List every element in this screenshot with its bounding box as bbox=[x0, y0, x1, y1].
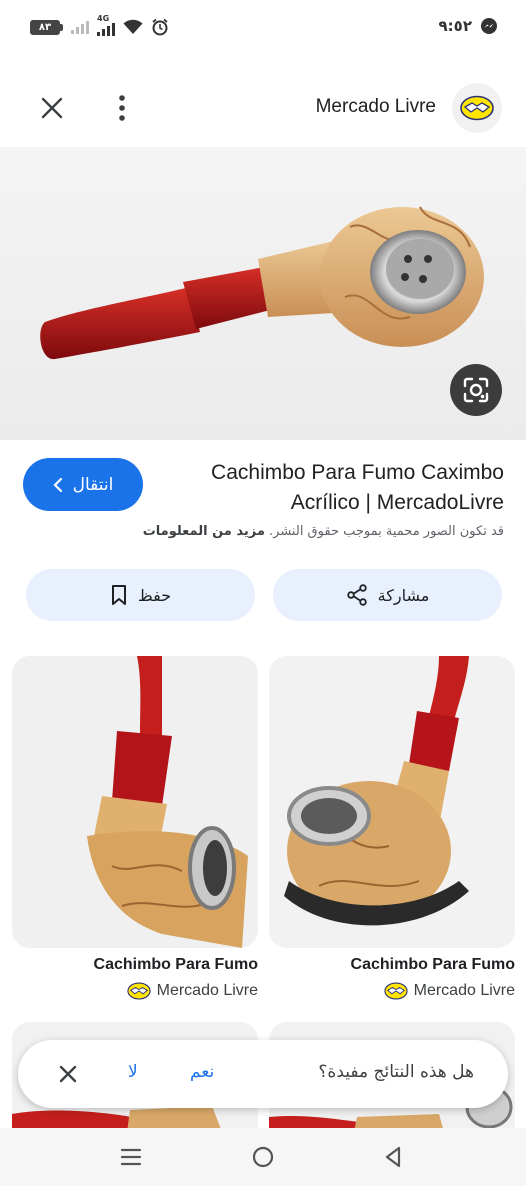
save-button[interactable]: حفظ bbox=[26, 569, 255, 621]
related-result[interactable]: Cachimbo Para Fumo Mercado Livre bbox=[12, 656, 258, 1000]
related-source-name: Mercado Livre bbox=[156, 982, 258, 999]
battery-icon: ٨٣ bbox=[30, 19, 63, 35]
related-source-name: Mercado Livre bbox=[413, 982, 515, 999]
related-title: Cachimbo Para Fumo bbox=[350, 956, 515, 973]
result-title[interactable]: Cachimbo Para Fumo Caximbo Acrílico | Me… bbox=[164, 458, 504, 518]
share-icon bbox=[346, 584, 367, 606]
chevron-left-icon bbox=[53, 477, 62, 492]
alarm-icon bbox=[152, 18, 168, 36]
more-options-button[interactable] bbox=[104, 88, 140, 128]
visit-button[interactable]: انتقال bbox=[23, 458, 143, 511]
mercadolivre-logo bbox=[383, 982, 408, 1000]
save-label: حفظ bbox=[137, 585, 172, 605]
signal-icon bbox=[71, 20, 89, 34]
feedback-bar: هل هذه النتائج مفيدة؟ نعم لا bbox=[18, 1040, 508, 1108]
copyright-text: قد تكون الصور محمية بموجب حقوق النشر. bbox=[269, 524, 504, 539]
related-result[interactable]: Cachimbo Para Fumo Mercado Livre bbox=[269, 656, 515, 1000]
learn-more-link[interactable]: مزيد من المعلومات bbox=[143, 524, 265, 539]
main-image[interactable] bbox=[0, 147, 526, 440]
site-logo[interactable] bbox=[452, 83, 502, 133]
pipe-image bbox=[40, 206, 484, 360]
signal-4g-icon: 4G bbox=[97, 14, 115, 36]
share-label: مشاركة bbox=[377, 585, 430, 605]
top-bar: Mercado Livre bbox=[0, 78, 526, 138]
site-name[interactable]: Mercado Livre bbox=[316, 96, 436, 118]
network-type: 4G bbox=[97, 13, 110, 23]
lens-icon bbox=[463, 377, 489, 403]
mercadolivre-logo bbox=[126, 982, 151, 1000]
close-icon bbox=[59, 1065, 77, 1083]
share-button[interactable]: مشاركة bbox=[273, 569, 502, 621]
lens-button[interactable] bbox=[450, 364, 502, 416]
visit-label: انتقال bbox=[72, 474, 114, 495]
feedback-yes-button[interactable]: نعم bbox=[190, 1062, 214, 1082]
home-icon bbox=[252, 1146, 274, 1168]
feedback-close-button[interactable] bbox=[56, 1062, 80, 1086]
pipe-image bbox=[12, 656, 258, 948]
back-icon bbox=[385, 1146, 401, 1168]
related-title: Cachimbo Para Fumo bbox=[93, 956, 258, 973]
mercadolivre-logo bbox=[460, 95, 494, 121]
bookmark-icon bbox=[111, 585, 126, 605]
recents-button[interactable] bbox=[116, 1142, 146, 1172]
status-bar: ٨٣ 4G ٩:٥٢ bbox=[0, 0, 526, 56]
related-source: Mercado Livre bbox=[269, 982, 515, 1000]
close-icon bbox=[41, 97, 63, 119]
related-image[interactable] bbox=[269, 656, 515, 948]
feedback-question: هل هذه النتائج مفيدة؟ bbox=[318, 1062, 474, 1082]
messenger-icon bbox=[481, 18, 497, 34]
wifi-icon bbox=[123, 19, 143, 34]
related-source: Mercado Livre bbox=[12, 982, 258, 1000]
back-button[interactable] bbox=[378, 1142, 408, 1172]
pipe-image bbox=[269, 656, 515, 948]
close-button[interactable] bbox=[32, 88, 72, 128]
system-nav-bar bbox=[0, 1128, 526, 1186]
menu-icon bbox=[120, 1148, 142, 1166]
feedback-no-button[interactable]: لا bbox=[128, 1062, 138, 1082]
status-time: ٩:٥٢ bbox=[438, 17, 472, 35]
more-vert-icon bbox=[119, 95, 125, 121]
home-button[interactable] bbox=[248, 1142, 278, 1172]
copyright-notice: قد تكون الصور محمية بموجب حقوق النشر. مز… bbox=[24, 524, 504, 539]
battery-level: ٨٣ bbox=[30, 19, 60, 35]
related-image[interactable] bbox=[12, 656, 258, 948]
